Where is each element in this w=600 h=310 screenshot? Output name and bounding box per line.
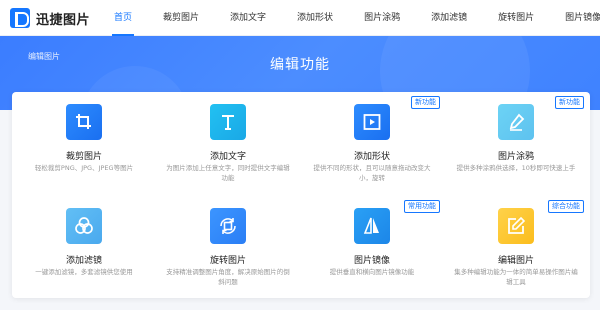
feature-card-doodle[interactable]: 新功能 图片涂鸦 提供多种涂鸦供选择，10秒即可快速上手 bbox=[444, 92, 588, 192]
brand-name: 迅捷图片 bbox=[36, 12, 91, 28]
edit-icon bbox=[498, 208, 534, 244]
nav-item-rotate[interactable]: 旋转图片 bbox=[490, 0, 542, 36]
feature-title: 图片镜像 bbox=[353, 256, 390, 266]
mirror-icon bbox=[354, 208, 390, 244]
crop-icon bbox=[66, 104, 102, 140]
comprehensive-feature-badge: 综合功能 bbox=[548, 200, 584, 213]
common-feature-badge: 常用功能 bbox=[404, 200, 440, 213]
feature-card-rotate[interactable]: 旋转图片 支持精准调整图片角度，解决原始图片的倒斜问题 bbox=[156, 196, 300, 296]
nav-item-add-text[interactable]: 添加文字 bbox=[222, 0, 274, 36]
shape-icon-tile bbox=[354, 104, 390, 140]
feature-title: 编辑图片 bbox=[497, 256, 534, 266]
brand-logo[interactable]: 迅捷图片 bbox=[10, 8, 90, 28]
new-feature-badge: 新功能 bbox=[555, 96, 584, 109]
feature-title: 图片涂鸦 bbox=[497, 152, 534, 162]
feature-title: 添加滤镜 bbox=[65, 256, 102, 266]
feature-panel: 裁剪图片 轻松裁剪PNG、JPG、JPEG等图片 添加文字 为图片添加上任意文字… bbox=[12, 92, 590, 298]
feature-title: 添加文字 bbox=[209, 152, 246, 162]
nav-item-doodle[interactable]: 图片涂鸦 bbox=[356, 0, 408, 36]
text-icon-tile bbox=[210, 104, 246, 140]
filter-icon-tile bbox=[66, 208, 102, 244]
feature-card-add-text[interactable]: 添加文字 为图片添加上任意文字，同时提供文字编辑功能 bbox=[156, 92, 300, 192]
feature-card-mirror[interactable]: 常用功能 图片镜像 提供垂直和横向图片镜像功能 bbox=[300, 196, 444, 296]
rotate-icon bbox=[210, 208, 246, 244]
brush-icon bbox=[498, 104, 534, 140]
rotate-icon-tile bbox=[210, 208, 246, 244]
brush-icon-tile bbox=[498, 104, 534, 140]
filter-icon bbox=[66, 208, 102, 244]
crop-icon-tile bbox=[66, 104, 102, 140]
feature-desc: 提供多种涂鸦供选择，10秒即可快速上手 bbox=[456, 164, 576, 172]
text-icon bbox=[210, 104, 246, 140]
feature-desc: 支持精准调整图片角度，解决原始图片的倒斜问题 bbox=[166, 268, 290, 286]
feature-title: 旋转图片 bbox=[209, 256, 246, 266]
feature-title: 裁剪图片 bbox=[65, 152, 102, 162]
top-navbar: 迅捷图片 首页 裁剪图片 添加文字 添加形状 图片涂鸦 添加滤镜 旋转图片 图片… bbox=[0, 0, 600, 36]
nav-item-add-shape[interactable]: 添加形状 bbox=[289, 0, 341, 36]
feature-card-add-shape[interactable]: 新功能 添加形状 提供不同的形状，且可以随意拖动改变大小，旋转 bbox=[300, 92, 444, 192]
feature-title: 添加形状 bbox=[353, 152, 390, 162]
feature-desc: 提供不同的形状，且可以随意拖动改变大小，旋转 bbox=[313, 164, 431, 182]
nav-item-crop[interactable]: 裁剪图片 bbox=[155, 0, 207, 36]
mirror-icon-tile bbox=[354, 208, 390, 244]
edit-icon-tile bbox=[498, 208, 534, 244]
feature-desc: 集多种编辑功能为一体的简单易操作图片编辑工具 bbox=[454, 268, 578, 286]
feature-card-edit[interactable]: 综合功能 编辑图片 集多种编辑功能为一体的简单易操作图片编辑工具 bbox=[444, 196, 588, 296]
feature-card-crop[interactable]: 裁剪图片 轻松裁剪PNG、JPG、JPEG等图片 bbox=[12, 92, 156, 192]
feature-card-filter[interactable]: 添加滤镜 一键添加滤镜，多套滤镜供您使用 bbox=[12, 196, 156, 296]
feature-desc: 提供垂直和横向图片镜像功能 bbox=[329, 268, 415, 276]
feature-desc: 一键添加滤镜，多套滤镜供您使用 bbox=[35, 268, 133, 276]
main-nav: 首页 裁剪图片 添加文字 添加形状 图片涂鸦 添加滤镜 旋转图片 图片镜像 bbox=[106, 0, 600, 36]
feature-desc: 为图片添加上任意文字，同时提供文字编辑功能 bbox=[166, 164, 290, 182]
logo-icon bbox=[10, 8, 30, 28]
page-title: 编辑功能 bbox=[270, 57, 330, 73]
nav-item-mirror[interactable]: 图片镜像 bbox=[557, 0, 600, 36]
nav-item-filter[interactable]: 添加滤镜 bbox=[423, 0, 475, 36]
feature-desc: 轻松裁剪PNG、JPG、JPEG等图片 bbox=[34, 164, 134, 172]
new-feature-badge: 新功能 bbox=[411, 96, 440, 109]
shape-icon bbox=[354, 104, 390, 140]
nav-item-home[interactable]: 首页 bbox=[106, 0, 140, 36]
